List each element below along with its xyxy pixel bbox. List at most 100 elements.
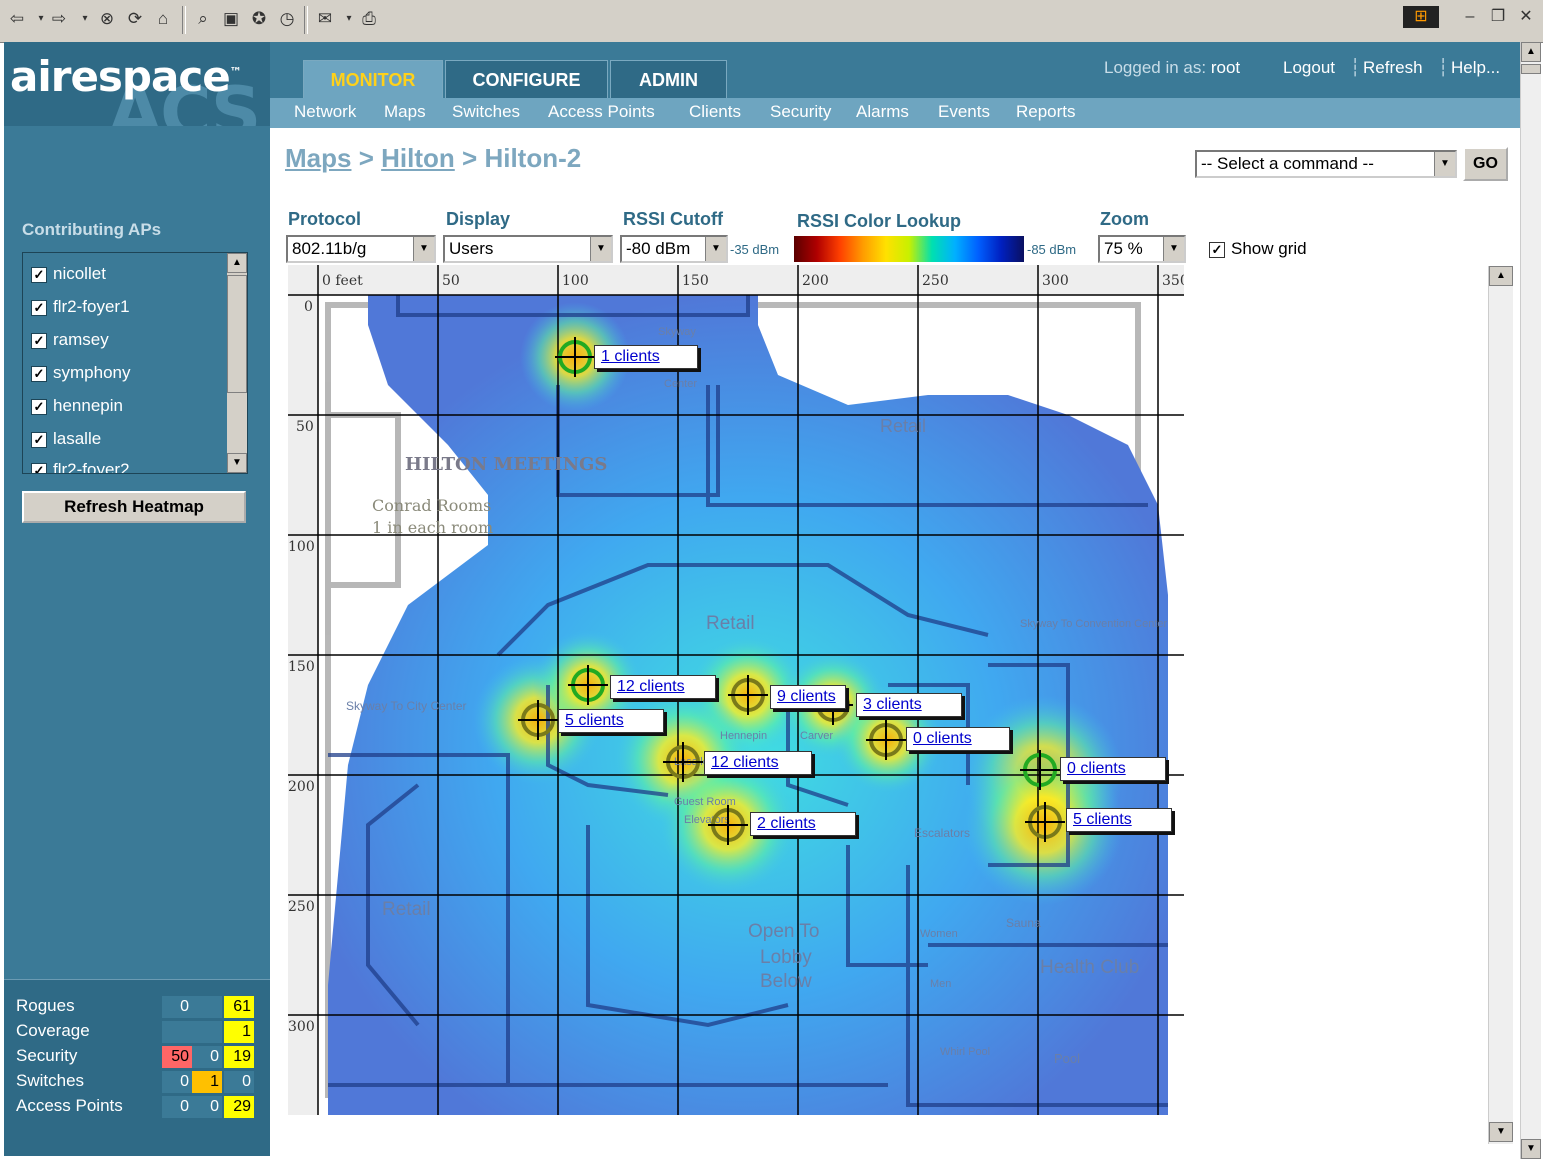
checkbox-checked-icon[interactable]: ✓ (31, 398, 47, 415)
forward-icon[interactable]: ⇨ (48, 8, 70, 30)
client-count-link[interactable]: 1 clients (601, 348, 660, 365)
scroll-thumb[interactable] (1521, 64, 1541, 74)
ap-list-scrollbar[interactable]: ▲ ▼ (227, 253, 247, 473)
chevron-down-icon[interactable]: ▼ (1434, 152, 1455, 176)
client-count-link[interactable]: 12 clients (617, 678, 685, 695)
protocol-select[interactable]: 802.11b/g ▼ (286, 235, 436, 263)
switches-extra[interactable]: 0 (224, 1071, 254, 1093)
checkbox-checked-icon[interactable]: ✓ (31, 332, 47, 349)
ap-item-nicollet[interactable]: ✓ nicollet (31, 261, 106, 287)
refresh-link[interactable]: Refresh (1363, 58, 1423, 78)
client-count-label[interactable]: 9 clients (770, 685, 846, 709)
help-link[interactable]: Help... (1451, 58, 1500, 78)
ap-item-hennepin[interactable]: ✓ hennepin (31, 393, 123, 419)
show-grid-toggle[interactable]: ✓ Show grid (1209, 239, 1307, 259)
scroll-down-icon[interactable]: ▼ (1489, 1122, 1513, 1142)
chevron-down-icon[interactable]: ▼ (590, 237, 611, 261)
go-button[interactable]: GO (1463, 147, 1508, 181)
subnav-reports[interactable]: Reports (1016, 102, 1076, 122)
security-critical[interactable]: 50 (162, 1046, 192, 1068)
refresh-icon[interactable]: ⟳ (124, 8, 146, 30)
client-count-link[interactable]: 0 clients (1067, 760, 1126, 777)
alarm-label-switches[interactable]: Switches (16, 1071, 84, 1091)
mail-icon[interactable]: ✉ (314, 8, 336, 30)
scroll-up-icon[interactable]: ▲ (227, 253, 247, 273)
aps-major[interactable]: 0 (162, 1096, 192, 1118)
client-count-label[interactable]: 5 clients (1066, 808, 1172, 832)
map-scrollbar[interactable]: ▲ ▼ (1488, 266, 1513, 1144)
scroll-down-icon[interactable]: ▼ (227, 453, 247, 473)
rogues-minor[interactable]: 61 (224, 996, 254, 1018)
checkbox-checked-icon[interactable]: ✓ (31, 462, 47, 473)
search-icon[interactable]: ⌕ (192, 8, 214, 30)
subnav-events[interactable]: Events (938, 102, 990, 122)
minimize-icon[interactable]: – (1459, 6, 1481, 28)
client-count-link[interactable]: 3 clients (863, 696, 922, 713)
tab-configure[interactable]: CONFIGURE (445, 60, 608, 99)
command-select[interactable]: -- Select a command -- ▼ (1195, 150, 1457, 178)
chevron-down-icon[interactable]: ▼ (1163, 237, 1184, 261)
breadcrumb-hilton[interactable]: Hilton (381, 143, 455, 173)
forward-dropdown-icon[interactable]: ▾ (74, 8, 96, 30)
aps-extra[interactable]: 29 (224, 1096, 254, 1118)
client-count-label[interactable]: 2 clients (750, 812, 856, 836)
ap-item-lasalle[interactable]: ✓ lasalle (31, 426, 101, 452)
client-count-label[interactable]: 3 clients (856, 693, 962, 717)
print-icon[interactable]: ⎙ (358, 8, 380, 30)
chevron-down-icon[interactable]: ▼ (705, 237, 726, 261)
client-count-link[interactable]: 2 clients (757, 815, 816, 832)
zoom-select[interactable]: 75 % ▼ (1098, 235, 1186, 263)
ap-item-symphony[interactable]: ✓ symphony (31, 360, 130, 386)
media-icon[interactable]: ✪ (248, 8, 270, 30)
scroll-up-icon[interactable]: ▲ (1521, 42, 1541, 62)
logout-link[interactable]: Logout (1283, 58, 1335, 78)
scroll-down-icon[interactable]: ▼ (1521, 1139, 1541, 1159)
close-icon[interactable]: ✕ (1515, 6, 1537, 28)
subnav-clients[interactable]: Clients (689, 102, 741, 122)
client-count-link[interactable]: 12 clients (711, 754, 779, 771)
client-count-link[interactable]: 0 clients (913, 730, 972, 747)
switches-major[interactable]: 0 (162, 1071, 192, 1093)
client-count-link[interactable]: 5 clients (1073, 811, 1132, 828)
tab-monitor[interactable]: MONITOR (303, 60, 443, 99)
tab-admin[interactable]: ADMIN (610, 60, 727, 99)
restore-icon[interactable]: ❐ (1487, 6, 1509, 28)
coverage-minor[interactable]: 1 (224, 1021, 254, 1043)
ap-item-flr2-foyer2[interactable]: ✓ flr2-foyer2 (31, 457, 130, 473)
checkbox-checked-icon[interactable]: ✓ (1209, 241, 1225, 258)
subnav-switches[interactable]: Switches (452, 102, 520, 122)
display-select[interactable]: Users ▼ (443, 235, 613, 263)
aps-minor[interactable]: 0 (192, 1096, 222, 1118)
chevron-down-icon[interactable]: ▼ (413, 237, 434, 261)
rogues-major[interactable]: 0 (162, 996, 192, 1018)
subnav-network[interactable]: Network (294, 102, 356, 122)
page-scrollbar[interactable]: ▲ ▼ (1520, 42, 1541, 1159)
client-count-link[interactable]: 5 clients (565, 712, 624, 729)
floor-map[interactable]: 0 feet 50 100 150 200 250 300 350 0 50 1… (288, 265, 1184, 1115)
alarm-label-rogues[interactable]: Rogues (16, 996, 75, 1016)
subnav-maps[interactable]: Maps (384, 102, 426, 122)
stop-icon[interactable]: ⊗ (96, 8, 118, 30)
scroll-thumb[interactable] (227, 275, 247, 393)
alarm-label-security[interactable]: Security (16, 1046, 77, 1066)
checkbox-checked-icon[interactable]: ✓ (31, 299, 47, 316)
client-count-link[interactable]: 9 clients (777, 688, 836, 705)
contributing-ap-list[interactable]: ✓ nicollet ✓ flr2-foyer1 ✓ ramsey ✓ symphony… (22, 252, 248, 474)
checkbox-checked-icon[interactable]: ✓ (31, 365, 47, 382)
checkbox-checked-icon[interactable]: ✓ (31, 431, 47, 448)
back-icon[interactable]: ⇦ (6, 8, 28, 30)
client-count-label[interactable]: 12 clients (610, 675, 716, 699)
client-count-label[interactable]: 1 clients (594, 345, 698, 369)
switches-minor[interactable]: 1 (192, 1071, 222, 1093)
subnav-access-points[interactable]: Access Points (548, 102, 655, 122)
home-icon[interactable]: ⌂ (152, 8, 174, 30)
security-major[interactable]: 0 (192, 1046, 222, 1068)
client-count-label[interactable]: 5 clients (558, 709, 664, 733)
mail-dropdown-icon[interactable]: ▾ (338, 8, 360, 30)
rssi-cutoff-select[interactable]: -80 dBm ▼ (620, 235, 728, 263)
alarm-label-access-points[interactable]: Access Points (16, 1096, 123, 1116)
client-count-label[interactable]: 0 clients (1060, 757, 1166, 781)
breadcrumb-maps[interactable]: Maps (285, 143, 351, 173)
client-count-label[interactable]: 12 clients (704, 751, 812, 775)
favorites-icon[interactable]: ▣ (220, 8, 242, 30)
